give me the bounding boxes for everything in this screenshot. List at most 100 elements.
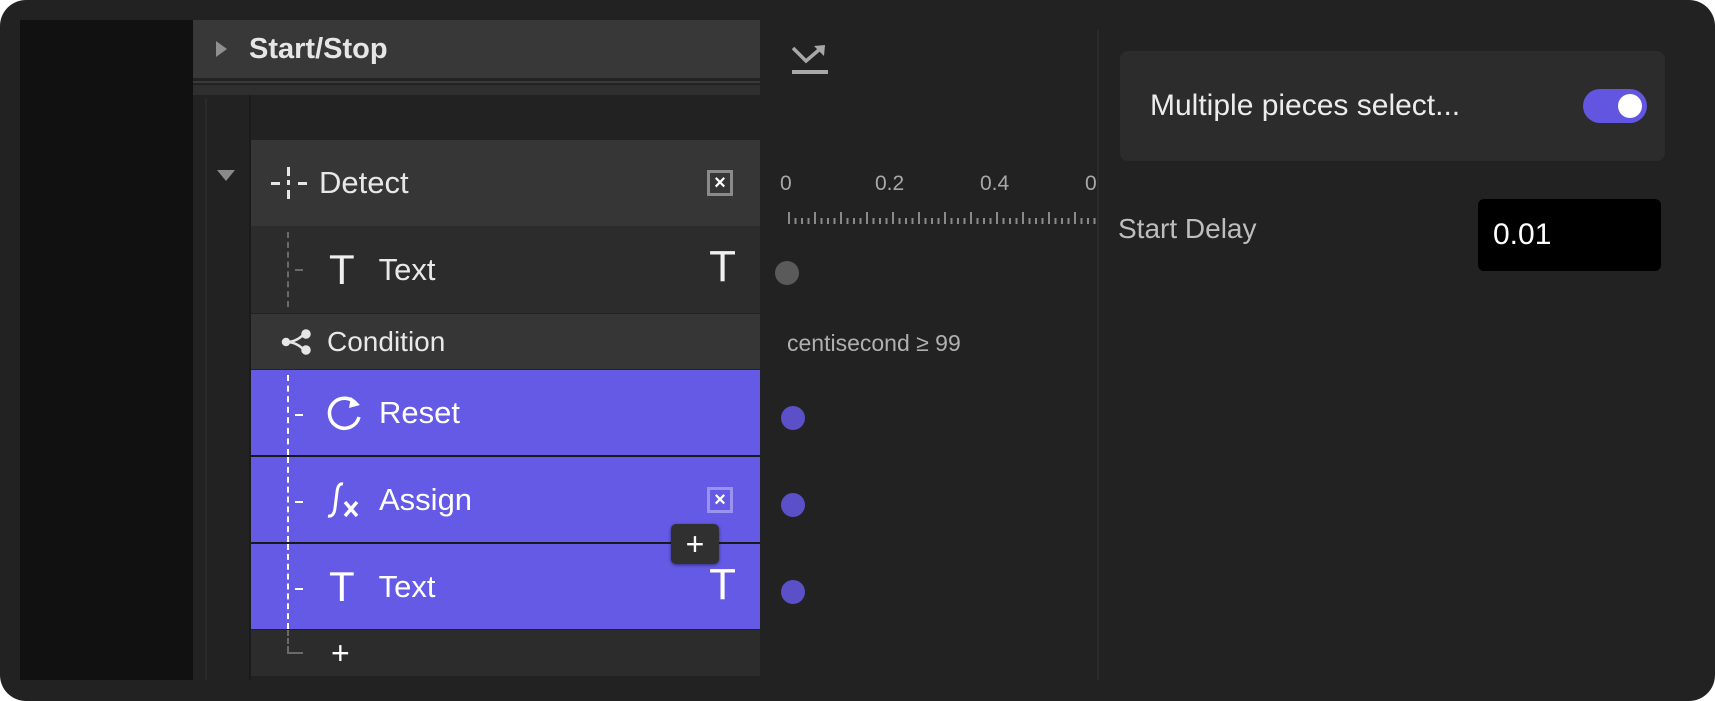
tick-label: 0.4 [980, 172, 1010, 195]
export-icon[interactable] [790, 42, 830, 78]
tree-item-reset[interactable]: Reset [251, 370, 760, 455]
keyframe-dot[interactable] [781, 580, 805, 604]
ruler-tick [1009, 218, 1011, 224]
tick-label: 0.2 [875, 172, 905, 195]
divider [193, 85, 760, 95]
tree-connector [287, 375, 289, 455]
ruler-tick [840, 212, 842, 224]
ruler-tick [788, 212, 790, 224]
ruler-tick [898, 218, 901, 224]
toggle-knob [1618, 94, 1642, 118]
ruler-tick [937, 218, 940, 224]
divider [193, 81, 760, 83]
inspector-panel: Multiple pieces select... Start Delay [1099, 20, 1715, 680]
ruler-tick [989, 218, 992, 224]
tree-connector [295, 414, 303, 416]
time-ruler[interactable] [787, 212, 1097, 226]
ruler-tick [1035, 218, 1037, 224]
gutter [205, 98, 207, 680]
text-icon: T [329, 562, 355, 610]
tree-item-label: Text [378, 568, 436, 604]
multi-select-card: Multiple pieces select... [1120, 51, 1665, 161]
ruler-tick [794, 218, 797, 224]
ruler-tick [846, 218, 849, 224]
ruler-tick [892, 212, 894, 224]
text-type-icon: T [709, 560, 736, 609]
ruler-tick [924, 218, 927, 224]
expand-triangle-icon[interactable] [216, 41, 227, 57]
detect-crosshair-icon [269, 163, 309, 203]
insert-piece-button[interactable]: + [671, 524, 719, 564]
multi-select-toggle[interactable] [1583, 89, 1647, 123]
start-delay-input[interactable] [1478, 199, 1661, 271]
condition-expression: centisecond ≥ 99 [787, 330, 961, 356]
tree-connector [287, 457, 289, 542]
ruler-tick [833, 218, 836, 224]
remove-icon[interactable]: × [707, 487, 733, 513]
ruler-tick [944, 212, 946, 224]
keyframe-dot[interactable] [775, 261, 799, 285]
tree-item-label: Condition [327, 325, 446, 357]
tree-connector [287, 630, 289, 652]
multi-select-label: Multiple pieces select... [1150, 89, 1461, 122]
ruler-tick [931, 218, 933, 224]
remove-icon[interactable]: × [707, 170, 733, 196]
tree-item-detect[interactable]: Detect × [251, 140, 760, 226]
ruler-tick [1087, 218, 1089, 224]
tree-item-label: Text [378, 251, 436, 287]
keyframe-dot[interactable] [781, 406, 805, 430]
ruler-tick [996, 212, 998, 224]
tree-item-label: Reset [379, 394, 460, 430]
tick-label: 0 [780, 172, 792, 195]
group-start-stop[interactable]: Start/Stop [193, 20, 760, 78]
tree-item-label: Detect [319, 165, 409, 200]
add-icon[interactable]: + [331, 635, 350, 672]
add-piece-row[interactable]: + [251, 630, 760, 676]
ruler-tick [911, 218, 914, 224]
ruler-tick [1080, 218, 1083, 224]
ruler-tick [957, 218, 959, 224]
ruler-tick [1002, 218, 1005, 224]
ruler-tick [918, 212, 920, 224]
ruler-tick [820, 218, 823, 224]
ruler-tick [859, 218, 862, 224]
ruler-tick [976, 218, 979, 224]
text-type-icon: T [709, 242, 736, 291]
tree-connector [295, 588, 303, 590]
ruler-tick [1041, 218, 1044, 224]
timeline: 0 0.2 0.4 0 centisecond ≥ 99 [760, 20, 1097, 680]
ruler-tick [1067, 218, 1070, 224]
function-icon [325, 480, 365, 520]
ruler-tick [801, 218, 803, 224]
ruler-tick [879, 218, 881, 224]
tree-connector [287, 232, 289, 307]
tree-item-condition[interactable]: Condition [251, 314, 760, 369]
ruler-tick [1061, 218, 1063, 224]
keyframe-dot[interactable] [781, 493, 805, 517]
ruler-tick [1093, 218, 1096, 224]
ruler-tick [866, 212, 868, 224]
collapse-triangle-icon[interactable] [217, 170, 235, 181]
ruler-tick [950, 218, 953, 224]
tree-connector [287, 544, 289, 629]
text-icon: T [329, 245, 355, 293]
ruler-tick [1054, 218, 1057, 224]
left-empty-panel [20, 20, 193, 680]
ruler-tick [970, 212, 972, 224]
ruler-tick [983, 218, 985, 224]
branch-icon [281, 328, 313, 355]
tick-label: 0 [1085, 172, 1097, 195]
tree-connector [287, 652, 303, 654]
ruler-tick [905, 218, 907, 224]
ruler-tick [814, 212, 816, 224]
ruler-tick [1074, 212, 1076, 224]
app-window: Start/Stop Detect × T Text T Condition R… [0, 0, 1715, 701]
ruler-tick [1022, 212, 1024, 224]
ruler-tick [853, 218, 855, 224]
group-title: Start/Stop [249, 32, 388, 65]
tree-item-text[interactable]: T Text T [251, 226, 760, 313]
ruler-tick [807, 218, 810, 224]
tree-item-label: Assign [379, 481, 473, 517]
start-delay-label: Start Delay [1118, 213, 1257, 244]
ruler-tick [885, 218, 888, 224]
